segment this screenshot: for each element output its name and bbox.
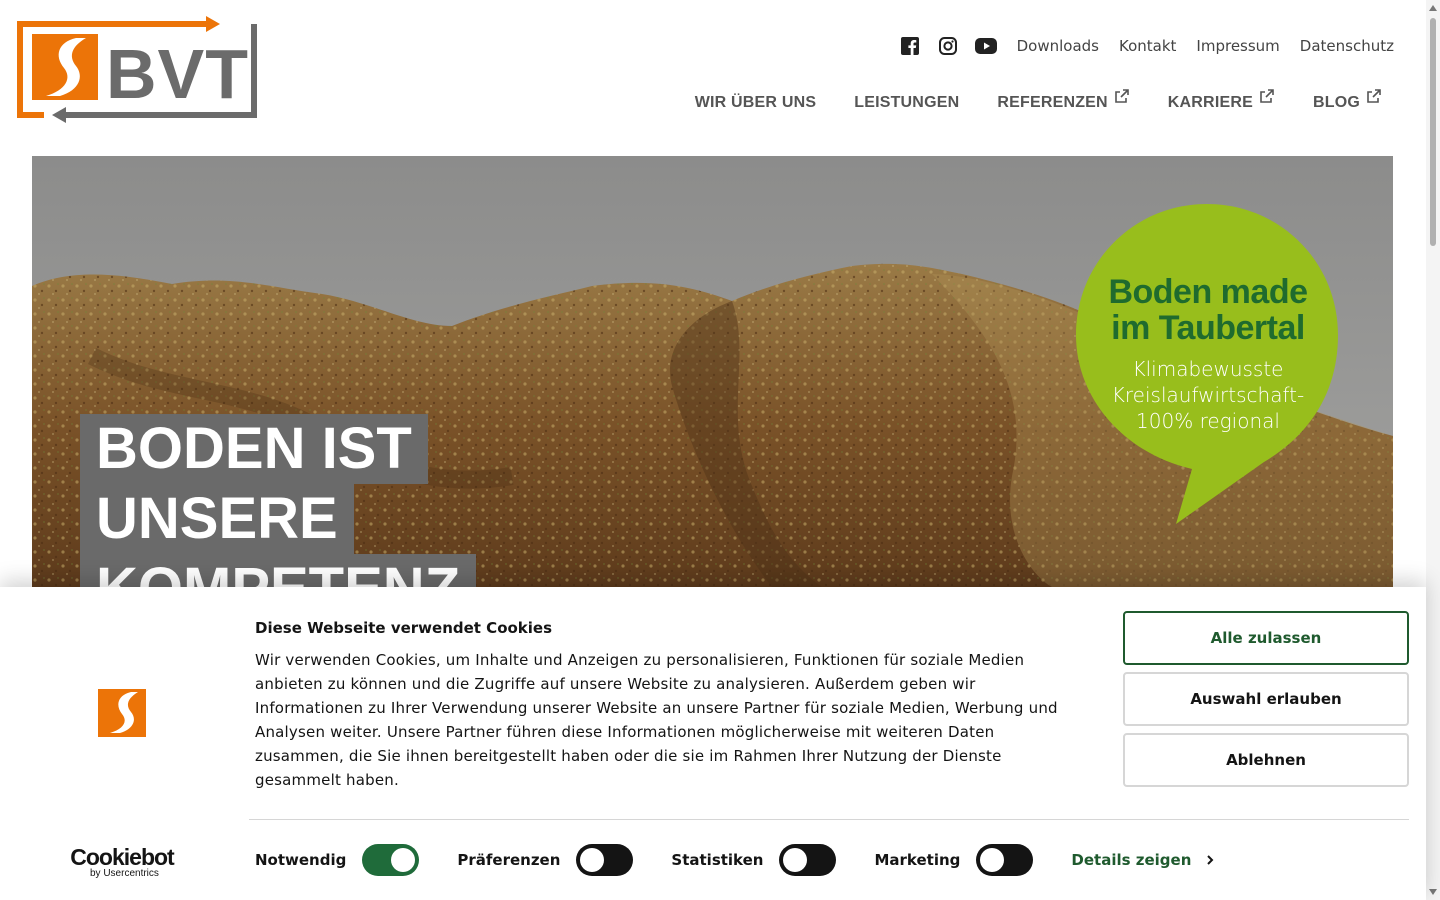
toggle-marketing[interactable] (976, 844, 1034, 876)
nav-label: KARRIERE (1167, 94, 1253, 111)
cookiebot-name: Cookiebot (70, 844, 174, 870)
toggle-notwendig[interactable] (362, 844, 420, 876)
datenschutz-link[interactable]: Datenschutz (1300, 37, 1394, 55)
nav-item-blog[interactable]: BLOG (1313, 88, 1382, 112)
toggle-knob (783, 848, 808, 872)
headline-line-1: BODEN IST (80, 414, 428, 484)
toggle-label-statistiken: Statistiken (671, 851, 764, 869)
scroll-up-arrow-icon[interactable] (1429, 5, 1437, 11)
kontakt-link[interactable]: Kontakt (1119, 37, 1176, 55)
toggle-praeferenzen[interactable] (576, 844, 634, 876)
bvt-logo[interactable]: BVT (14, 16, 260, 124)
nav-item-referenzen[interactable]: REFERENZEN (997, 88, 1129, 112)
headline-line-3: KOMPETENZ (80, 554, 477, 587)
toggle-knob (580, 848, 605, 872)
bubble-title-1: Boden made (1108, 273, 1308, 311)
cookie-divider (249, 819, 1409, 820)
nav-item-wir-ueber-uns[interactable]: WIR ÜBER UNS (695, 88, 817, 112)
scroll-thumb[interactable] (1430, 18, 1436, 246)
cookie-categories: Notwendig Präferenzen Statistiken Market… (255, 844, 1215, 876)
nav-label: BLOG (1312, 94, 1360, 111)
youtube-icon[interactable] (974, 35, 997, 57)
external-link-icon (1367, 89, 1381, 103)
deny-button[interactable]: Ablehnen (1123, 733, 1409, 787)
toggle-statistiken[interactable] (779, 844, 837, 876)
nav-item-karriere[interactable]: KARRIERE (1168, 88, 1275, 112)
cookie-banner: Cookiebot by Usercentrics Diese Webseite… (0, 587, 1426, 900)
bubble-sub-3: 100% regional (1136, 409, 1280, 433)
headline-line-2: UNSERE (80, 484, 354, 554)
scroll-down-arrow-icon[interactable] (1429, 889, 1437, 895)
external-link-icon (1260, 89, 1274, 103)
nav-item-leistungen[interactable]: LEISTUNGEN (854, 88, 959, 112)
toggle-knob (391, 848, 416, 872)
allow-selection-button[interactable]: Auswahl erlauben (1123, 672, 1409, 726)
bvt-logo-mark (98, 689, 146, 737)
bubble-sub-1: Klimabewusste (1132, 357, 1284, 381)
page-scrollbar[interactable] (1426, 0, 1440, 900)
chevron-right-icon (1207, 855, 1214, 865)
svg-text:BVT: BVT (106, 35, 249, 113)
external-link-icon (1114, 89, 1129, 103)
details-link[interactable]: Details zeigen (1071, 851, 1215, 869)
hero-banner: BODEN IST UNSERE KOMPETENZ Boden made im… (32, 156, 1393, 587)
bubble-title-2: im Taubertal (1111, 309, 1305, 347)
bubble-text: Boden made im Taubertal Klimabewusste Kr… (1074, 274, 1342, 434)
nav-label: REFERENZEN (997, 94, 1108, 111)
facebook-icon[interactable] (899, 35, 921, 57)
cookiebot-by: by Usercentrics (90, 868, 159, 879)
cookie-title: Diese Webseite verwendet Cookies (255, 619, 553, 637)
nav-label: WIR ÜBER UNS (694, 94, 817, 111)
toggle-label-marketing: Marketing (874, 851, 961, 869)
instagram-icon[interactable] (937, 35, 959, 57)
toggle-label-notwendig: Notwendig (255, 851, 347, 869)
impressum-link[interactable]: Impressum (1196, 37, 1279, 55)
toggle-knob (980, 848, 1005, 872)
main-nav: WIR ÜBER UNS LEISTUNGEN REFERENZEN KARRI… (695, 88, 1382, 112)
hero-headline: BODEN IST UNSERE KOMPETENZ (80, 414, 477, 587)
cookiebot-logo: Cookiebot by Usercentrics (70, 845, 174, 879)
details-label: Details zeigen (1071, 851, 1192, 869)
nav-label: LEISTUNGEN (854, 94, 960, 111)
toggle-label-praeferenzen: Präferenzen (457, 851, 561, 869)
top-bar: Downloads Kontakt Impressum Datenschutz (899, 34, 1394, 58)
downloads-link[interactable]: Downloads (1017, 37, 1099, 55)
allow-all-button[interactable]: Alle zulassen (1123, 611, 1409, 665)
cookie-text: Wir verwenden Cookies, um Inhalte und An… (255, 651, 1058, 789)
bubble-sub-2: Kreislaufwirtschaft- (1111, 383, 1305, 407)
